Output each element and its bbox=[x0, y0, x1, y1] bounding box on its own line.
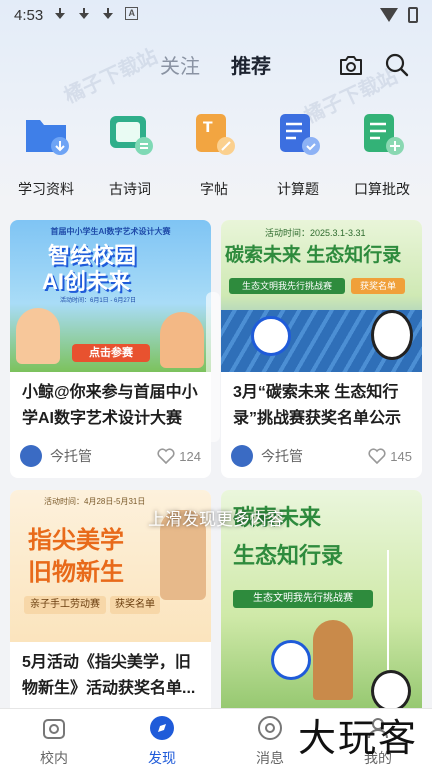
search-icon[interactable] bbox=[384, 52, 410, 78]
status-bar: 4:53 A bbox=[0, 0, 432, 30]
banner-subtitle: 生态文明我先行挑战赛 bbox=[233, 590, 373, 608]
banner-date: 活动时间：6月1日 - 6月27日 bbox=[60, 298, 137, 304]
like-button[interactable]: 145 bbox=[368, 448, 412, 464]
deer-illustration bbox=[313, 620, 353, 700]
panda-illustration bbox=[371, 310, 413, 360]
category-poems[interactable]: 古诗词 bbox=[90, 110, 170, 199]
nav-label: 发现 bbox=[148, 750, 176, 766]
brand-watermark: 大玩客 bbox=[297, 716, 418, 760]
card-title: 3月“碳索未来 生态知行录”挑战赛获奖名单公示 bbox=[233, 384, 402, 427]
banner-join-button: 点击参赛 bbox=[72, 344, 150, 362]
grading-icon bbox=[364, 114, 404, 155]
calculation-icon bbox=[280, 114, 320, 155]
wind-turbine-illustration bbox=[387, 550, 389, 670]
avatar bbox=[20, 445, 42, 467]
feed-card[interactable]: 活动时间：2025.3.1-3.31 碳索未来 生态知行录 生态文明我先行挑战赛… bbox=[221, 220, 422, 478]
campus-icon bbox=[43, 719, 65, 739]
banner-badge: 获奖名单 bbox=[351, 278, 405, 294]
folder-download-icon bbox=[26, 120, 69, 155]
banner-badge: 获奖名单 bbox=[110, 596, 160, 614]
tab-recommend[interactable]: 推荐 bbox=[231, 50, 271, 79]
banner-subtitle: 生态文明我先行挑战赛 bbox=[229, 278, 345, 294]
download-icon bbox=[77, 7, 91, 23]
scroll-book-icon bbox=[110, 116, 153, 155]
status-time: 4:53 bbox=[14, 6, 44, 24]
svg-text:T: T bbox=[203, 120, 213, 136]
wifi-icon bbox=[380, 8, 398, 22]
card-banner: 活动时间：2025.3.1-3.31 碳索未来 生态知行录 生态文明我先行挑战赛… bbox=[221, 220, 422, 372]
category-label: 古诗词 bbox=[109, 181, 151, 197]
category-label: 口算批改 bbox=[354, 181, 410, 197]
like-count: 124 bbox=[179, 448, 201, 464]
tab-follow[interactable]: 关注 bbox=[160, 50, 200, 79]
nav-label: 消息 bbox=[256, 750, 284, 766]
banner-subtitle: 亲子手工劳动赛 bbox=[24, 596, 106, 614]
panda-illustration bbox=[371, 670, 411, 712]
banner-title-line2: AI创未来 bbox=[42, 269, 131, 294]
category-study-materials[interactable]: 学习资料 bbox=[6, 110, 86, 199]
mascot-illustration bbox=[251, 316, 291, 356]
top-tabs: 关注 推荐 bbox=[0, 46, 432, 86]
banner-top-text: 首届中小学生AI数字艺术设计大赛 bbox=[50, 227, 171, 236]
card-banner: 首届中小学生AI数字艺术设计大赛 智绘校园 AI创未来 活动时间：6月1日 - … bbox=[10, 220, 211, 372]
author-name: 今托管 bbox=[50, 448, 92, 464]
download-icon bbox=[53, 7, 67, 23]
category-calculation[interactable]: 计算题 bbox=[258, 110, 338, 199]
category-label: 计算题 bbox=[277, 181, 319, 197]
banner-title: 碳索未来 生态知行录 bbox=[225, 245, 402, 266]
banner-title-line2: 旧物新生 bbox=[28, 559, 124, 586]
compass-icon bbox=[150, 716, 174, 740]
like-button[interactable]: 124 bbox=[157, 448, 201, 464]
category-copybook[interactable]: T 字帖 bbox=[174, 110, 254, 199]
author-name: 今托管 bbox=[261, 448, 303, 464]
heart-icon bbox=[157, 448, 175, 464]
kid-illustration bbox=[160, 312, 204, 368]
mascot-illustration bbox=[271, 640, 311, 680]
heart-icon bbox=[368, 448, 386, 464]
nav-discover[interactable]: 发现 bbox=[132, 715, 192, 768]
category-mental-math-grading[interactable]: 口算批改 bbox=[342, 110, 422, 199]
copybook-icon: T bbox=[196, 114, 235, 155]
nav-campus[interactable]: 校内 bbox=[24, 715, 84, 768]
swipe-hint: 上滑发现更多内容 bbox=[148, 510, 284, 529]
feed-card[interactable]: 首届中小学生AI数字艺术设计大赛 智绘校园 AI创未来 活动时间：6月1日 - … bbox=[10, 220, 211, 478]
nav-label: 校内 bbox=[40, 750, 68, 766]
avatar bbox=[231, 445, 253, 467]
kid-illustration bbox=[16, 308, 60, 364]
message-icon bbox=[258, 716, 282, 740]
like-count: 145 bbox=[390, 448, 412, 464]
category-label: 字帖 bbox=[200, 181, 228, 197]
card-title: 小鲸@你来参与首届中小学AI数字艺术设计大赛 bbox=[22, 384, 198, 427]
download-icon bbox=[101, 7, 115, 23]
camera-icon[interactable] bbox=[338, 52, 364, 78]
battery-icon bbox=[408, 7, 418, 23]
category-label: 学习资料 bbox=[18, 181, 74, 197]
banner-title-line2: 生态知行录 bbox=[233, 543, 344, 568]
swipe-indicator bbox=[206, 292, 220, 442]
banner-top-text: 活动时间：2025.3.1-3.31 bbox=[265, 228, 366, 238]
notification-a-icon: A bbox=[125, 7, 139, 20]
card-title: 5月活动《指尖美学，旧物新生》活动获奖名单... bbox=[22, 654, 196, 697]
nav-messages[interactable]: 消息 bbox=[240, 715, 300, 768]
category-row: 学习资料 古诗词 T 字帖 计算题 口算批改 bbox=[0, 110, 432, 200]
